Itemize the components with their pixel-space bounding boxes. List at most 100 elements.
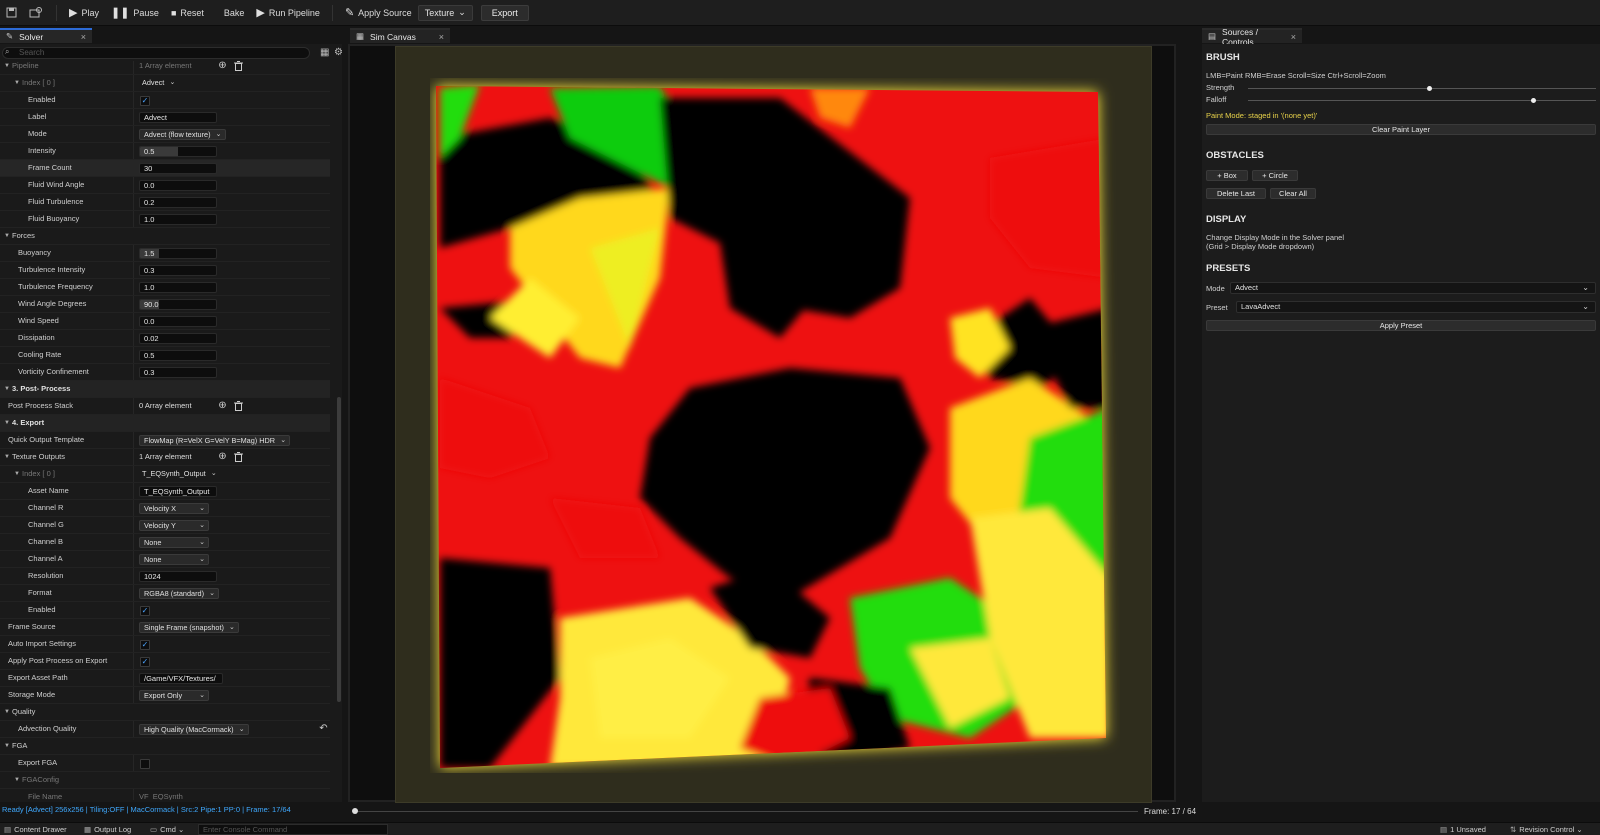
value-dropdown[interactable]: Velocity Y ⌄ [139,520,209,531]
add-box-button[interactable]: + Box [1206,170,1248,181]
timeline-handle[interactable] [352,808,358,814]
save-icon[interactable] [4,7,18,19]
value-field[interactable]: 0.5 [139,350,217,361]
search-input[interactable]: Search [2,47,310,59]
value-field[interactable]: 30 [139,163,217,174]
gear-icon[interactable]: ⚙ [334,47,343,58]
expand-arrow-icon[interactable]: ▼ [4,449,10,465]
reset-button[interactable]: ■ Reset [165,3,210,23]
preset-dropdown[interactable]: LavaAdvect ⌄ [1236,301,1596,313]
expand-arrow-icon[interactable]: ▼ [14,466,20,482]
value-field[interactable]: Advect [139,112,217,123]
close-icon[interactable]: × [1291,32,1296,42]
value-field[interactable]: 0.2 [139,197,217,208]
value-field[interactable]: 0.0 [139,316,217,327]
row-label: Quick Output Template [8,435,85,444]
value-dropdown[interactable]: Advect ⌄ [138,78,178,89]
details-row: Turbulence Intensity 0.3 [0,262,330,279]
tab-solver[interactable]: ✎ Solver × [0,28,92,43]
value-dropdown[interactable]: None ⌄ [139,537,209,548]
value-field[interactable]: 0.02 [139,333,217,344]
close-icon[interactable]: × [81,32,86,42]
tab-sim-canvas[interactable]: ▦ Sim Canvas × [350,28,450,43]
value-dropdown[interactable]: T_EQSynth_Output ⌄ [138,469,220,480]
checkbox[interactable]: ✓ [140,640,150,650]
expand-arrow-icon[interactable]: ▼ [4,704,10,720]
value-text: 30 [144,164,153,173]
expand-arrow-icon[interactable]: ▼ [4,228,10,244]
pause-button[interactable]: ❚❚ Pause [105,3,165,23]
unsaved-indicator[interactable]: ▤ 1 Unsaved [1440,824,1486,835]
value-field[interactable]: 1024 [139,571,217,582]
value-field[interactable]: /Game/VFX/Textures/ [139,673,223,684]
falloff-slider[interactable] [1248,100,1596,101]
timeline-scrubber[interactable] [352,808,1138,814]
scrollbar-thumb[interactable] [337,397,341,702]
reset-to-default-icon[interactable]: ↶ [318,724,329,735]
value-field[interactable]: 1.0 [139,282,217,293]
value-field[interactable]: T_EQSynth_Output [139,486,217,497]
strength-slider[interactable] [1248,88,1596,89]
value-field[interactable]: 1.5 [139,248,217,259]
expand-arrow-icon[interactable]: ▼ [14,772,20,788]
play-button[interactable]: ▶ Play [63,3,105,23]
content-drawer-button[interactable]: ▤ Content Drawer [4,824,67,835]
value-dropdown[interactable]: Export Only ⌄ [139,690,209,701]
expand-arrow-icon[interactable]: ▼ [4,738,10,754]
value-field[interactable]: 0.3 [139,367,217,378]
clear-paint-layer-button[interactable]: Clear Paint Layer [1206,124,1596,135]
value-field[interactable]: 0.5 [139,146,217,157]
output-log-button[interactable]: ▦ Output Log [84,824,131,835]
details-row: ▼ Index [ 0 ] T_EQSynth_Output ⌄ [0,466,330,483]
tab-sources-controls[interactable]: ▤ Sources / Controls × [1202,27,1302,47]
delete-icon[interactable] [233,61,244,72]
column-divider [133,449,134,465]
expand-arrow-icon[interactable]: ▼ [4,381,10,397]
value-dropdown[interactable]: Velocity X ⌄ [139,503,209,514]
revision-control-button[interactable]: ⇅ Revision Control ⌄ [1510,824,1583,835]
value-dropdown[interactable]: FlowMap (R=VelX G=VelY B=Mag) HDR ⌄ [139,435,291,446]
texture-dropdown[interactable]: Texture ⌄ [417,4,473,21]
value-text: 0.3 [144,368,155,377]
simulation-image[interactable] [430,78,1120,773]
close-icon[interactable]: × [439,32,444,42]
apply-preset-button[interactable]: Apply Preset [1206,320,1596,331]
add-element-icon[interactable]: ⊕ [217,452,228,463]
checkbox[interactable]: ✓ [140,606,150,616]
chevron-down-icon: ⌄ [280,437,287,444]
value-dropdown[interactable]: None ⌄ [139,554,209,565]
revision-control-label: Revision Control [1519,825,1575,834]
content-browser-icon[interactable] [28,7,42,19]
add-circle-button[interactable]: + Circle [1252,170,1298,181]
expand-arrow-icon[interactable]: ▼ [4,61,10,74]
value-field[interactable]: 0.0 [139,180,217,191]
value-field[interactable]: 0.3 [139,265,217,276]
value-dropdown[interactable]: Advect (flow texture) ⌄ [139,129,226,140]
delete-icon[interactable] [233,401,244,412]
column-divider [133,789,134,800]
grid-view-icon[interactable]: ▦ [320,47,329,58]
clear-all-button[interactable]: Clear All [1270,188,1316,199]
add-element-icon[interactable]: ⊕ [217,401,228,412]
value-field[interactable]: 1.0 [139,214,217,225]
value-dropdown[interactable]: Single Frame (snapshot) ⌄ [139,622,239,633]
expand-arrow-icon[interactable]: ▼ [14,75,20,91]
cmd-dropdown[interactable]: ▭ Cmd ⌄ [150,824,184,835]
console-input[interactable]: Enter Console Command [198,824,388,835]
checkbox[interactable]: ✓ [140,96,150,106]
expand-arrow-icon[interactable]: ▼ [4,415,10,431]
delete-last-button[interactable]: Delete Last [1206,188,1266,199]
run-pipeline-button[interactable]: ▶ Run Pipeline [250,3,326,23]
delete-icon[interactable] [233,452,244,463]
value-dropdown[interactable]: High Quality (MacCormack) ⌄ [139,724,249,735]
add-element-icon[interactable]: ⊕ [217,61,228,72]
checkbox[interactable] [140,759,150,769]
export-button[interactable]: Export [480,4,529,21]
strength-slider-handle[interactable] [1426,86,1432,91]
apply-source-button[interactable]: ✎ Apply Source [339,3,418,23]
value-dropdown[interactable]: RGBA8 (standard) ⌄ [139,588,220,599]
mode-dropdown[interactable]: Advect ⌄ [1230,282,1596,294]
checkbox[interactable]: ✓ [140,657,150,667]
value-field[interactable]: 90.0 [139,299,217,310]
bake-button[interactable]: Bake [218,3,251,23]
